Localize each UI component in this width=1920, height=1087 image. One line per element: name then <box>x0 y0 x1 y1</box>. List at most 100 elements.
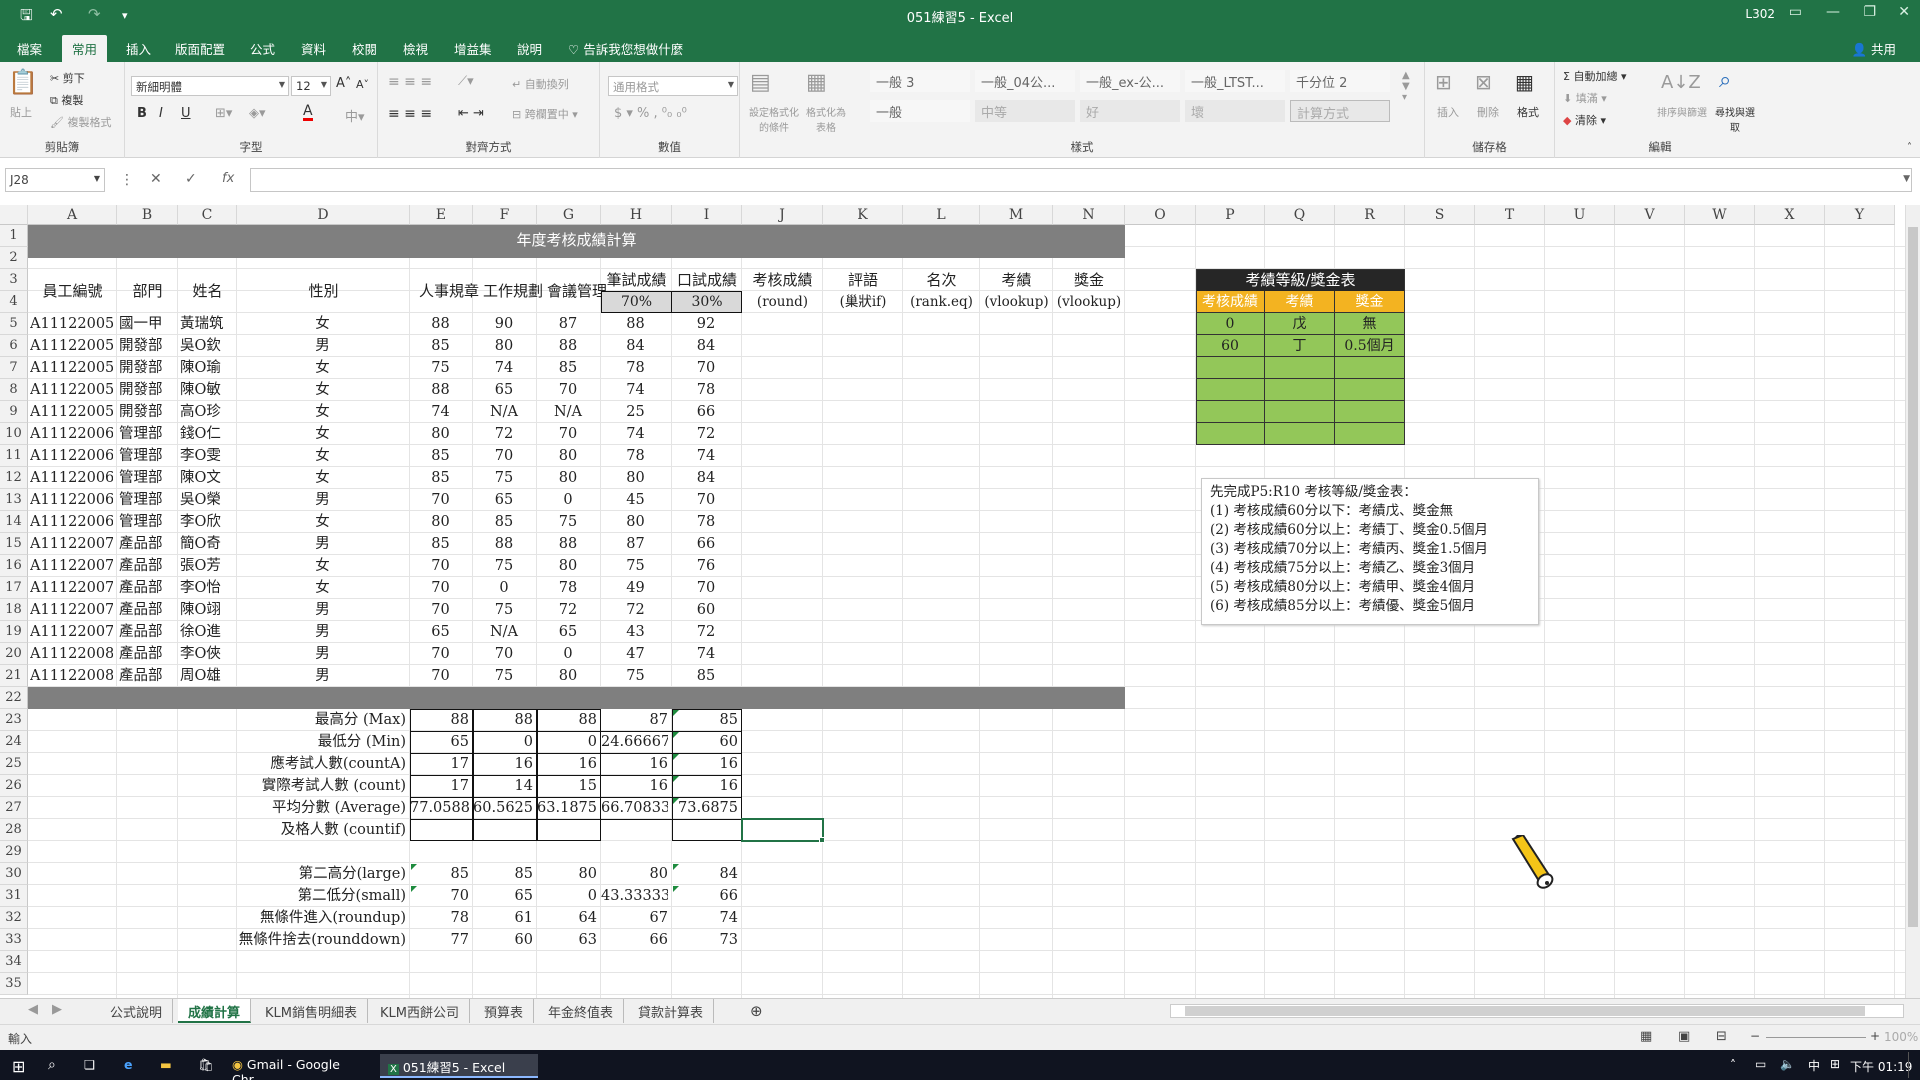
row-header[interactable]: 22 <box>0 687 28 709</box>
row-header[interactable]: 28 <box>0 819 28 841</box>
data-cell[interactable]: 47 <box>603 643 668 665</box>
data-cell[interactable]: 陳O瑜 <box>180 357 233 379</box>
sheet-tab-active[interactable]: 成績計算 <box>178 999 252 1023</box>
data-cell[interactable]: 產品部 <box>119 665 174 687</box>
search-icon[interactable]: ⌕ <box>40 1054 64 1078</box>
data-cell[interactable]: 49 <box>603 577 668 599</box>
column-header[interactable]: C <box>178 205 237 225</box>
collapse-ribbon-icon[interactable]: ˄ <box>1907 142 1912 153</box>
stat2-value[interactable]: 74 <box>672 907 738 929</box>
borders-icon[interactable]: ⊞▾ <box>215 106 232 121</box>
column-header[interactable]: K <box>823 205 903 225</box>
data-cell[interactable]: A111220055 <box>30 357 113 379</box>
next-sheet-icon[interactable]: ▶ <box>42 999 72 1023</box>
data-cell[interactable]: 65 <box>412 621 469 643</box>
worksheet-grid[interactable]: A B C D E F G H I J K L M N O P Q R S T U V W X Y 1 2 3 4 5 6 7 8 9 10 11 12… <box>0 205 1905 998</box>
data-cell[interactable]: 65 <box>475 379 533 401</box>
stat-value[interactable]: 24.66667 <box>601 731 668 753</box>
tab-view[interactable]: 檢視 <box>403 39 428 58</box>
stat2-value[interactable]: 64 <box>537 907 597 929</box>
column-header[interactable]: T <box>1475 205 1545 225</box>
sheet-tab[interactable]: KLM西餅公司 <box>370 999 470 1023</box>
fill-handle[interactable] <box>819 837 825 843</box>
data-cell[interactable]: 70 <box>412 555 469 577</box>
data-cell[interactable]: A111220063 <box>30 445 113 467</box>
stat2-value[interactable]: 66 <box>672 885 738 907</box>
data-cell[interactable]: 80 <box>603 467 668 489</box>
data-cell[interactable]: 85 <box>539 357 597 379</box>
data-cell[interactable]: A111220077 <box>30 599 113 621</box>
data-cell[interactable]: 80 <box>539 467 597 489</box>
data-cell[interactable]: 90 <box>475 313 533 335</box>
row-header[interactable]: 10 <box>0 423 28 445</box>
zoom-out-icon[interactable]: − <box>1750 1029 1760 1043</box>
styles-scroll-icon[interactable]: ▲ ▼ ▾ <box>1402 70 1410 103</box>
data-cell[interactable]: 產品部 <box>119 621 174 643</box>
style-calculation[interactable]: 計算方式 <box>1290 100 1390 122</box>
h-scroll-thumb[interactable] <box>1185 1006 1865 1016</box>
data-cell[interactable]: 78 <box>539 577 597 599</box>
data-cell[interactable]: 李O欣 <box>180 511 233 533</box>
data-cell[interactable]: 李O怡 <box>180 577 233 599</box>
column-header[interactable]: H <box>601 205 672 225</box>
data-cell[interactable]: 70 <box>674 357 738 379</box>
insert-function-icon[interactable]: fx <box>222 171 234 186</box>
row-header[interactable]: 16 <box>0 555 28 577</box>
data-cell[interactable]: 65 <box>475 489 533 511</box>
data-cell[interactable]: 74 <box>603 423 668 445</box>
stat2-value[interactable]: 85 <box>473 863 533 885</box>
row-header[interactable]: 15 <box>0 533 28 555</box>
data-cell[interactable]: 92 <box>674 313 738 335</box>
find-select-icon[interactable]: ⌕ <box>1719 68 1731 93</box>
clear-button[interactable]: ◆ 清除 ▾ <box>1563 112 1606 128</box>
column-header[interactable]: R <box>1335 205 1405 225</box>
show-desktop[interactable] <box>1908 1052 1916 1078</box>
data-cell[interactable]: 78 <box>674 379 738 401</box>
data-cell[interactable]: 60 <box>674 599 738 621</box>
row-header[interactable]: 20 <box>0 643 28 665</box>
selected-cell[interactable] <box>741 818 824 842</box>
data-cell[interactable]: 女 <box>239 401 406 423</box>
stat2-value[interactable]: 0 <box>537 885 597 907</box>
row-header[interactable]: 14 <box>0 511 28 533</box>
data-cell[interactable]: 66 <box>674 533 738 555</box>
stat2-value[interactable]: 80 <box>537 863 597 885</box>
conditional-format-icon[interactable]: ▤ <box>750 70 771 95</box>
zoom-in-icon[interactable]: + <box>1870 1029 1880 1043</box>
data-cell[interactable]: 70 <box>412 643 469 665</box>
delete-cells-icon[interactable]: ⊠ <box>1475 70 1492 94</box>
stat2-value[interactable]: 61 <box>473 907 533 929</box>
stat2-value[interactable]: 66 <box>601 929 668 951</box>
data-cell[interactable]: 88 <box>603 313 668 335</box>
data-cell[interactable]: 74 <box>674 445 738 467</box>
tray-up-icon[interactable]: ˄ <box>1730 1058 1736 1072</box>
indent-icon[interactable]: ⇤ ⇥ <box>458 106 484 121</box>
fill-color-icon[interactable]: ◈▾ <box>249 106 266 121</box>
number-format-select[interactable]: 通用格式 ▼ <box>608 76 738 96</box>
data-cell[interactable]: 78 <box>603 357 668 379</box>
stat-value[interactable] <box>601 819 668 841</box>
data-cell[interactable]: 72 <box>539 599 597 621</box>
add-sheet-icon[interactable]: ⊕ <box>740 999 773 1023</box>
data-cell[interactable]: A111220075 <box>30 577 113 599</box>
row-header[interactable]: 30 <box>0 863 28 885</box>
data-cell[interactable]: 開發部 <box>119 357 174 379</box>
row-header[interactable]: 33 <box>0 929 28 951</box>
data-cell[interactable]: 75 <box>412 357 469 379</box>
column-header[interactable]: F <box>473 205 537 225</box>
data-cell[interactable]: 66 <box>674 401 738 423</box>
style-normal-ex[interactable]: 一般_ex-公... <box>1080 70 1180 92</box>
store-icon[interactable]: 🛍 <box>190 1054 222 1078</box>
data-cell[interactable]: 男 <box>239 621 406 643</box>
orientation-icon[interactable]: ⟋▾ <box>458 74 474 89</box>
data-cell[interactable]: 女 <box>239 467 406 489</box>
data-cell[interactable]: 75 <box>475 467 533 489</box>
column-header[interactable]: M <box>980 205 1053 225</box>
column-header[interactable]: E <box>410 205 473 225</box>
format-as-table-button[interactable]: 格式化為表格 <box>802 104 850 134</box>
stat2-value[interactable]: 80 <box>601 863 668 885</box>
data-cell[interactable]: 男 <box>239 665 406 687</box>
stat2-value[interactable]: 67 <box>601 907 668 929</box>
data-cell[interactable]: 0 <box>475 577 533 599</box>
cancel-icon[interactable]: ✕ <box>150 171 162 187</box>
